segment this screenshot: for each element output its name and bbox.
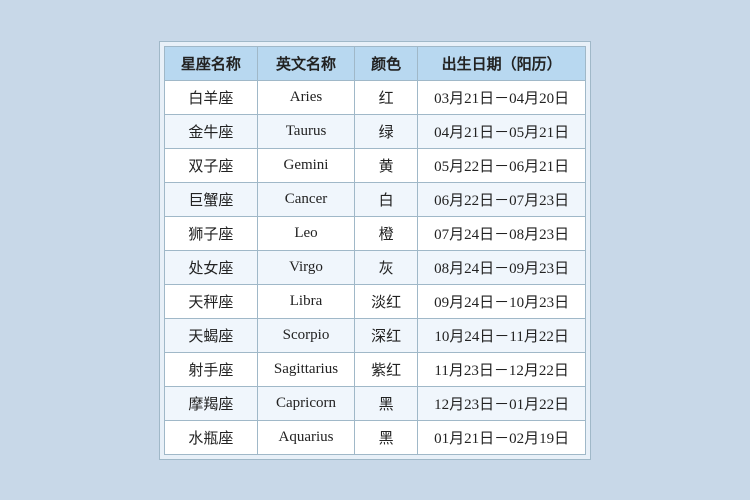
cell-chinese: 水瓶座 (164, 420, 257, 454)
cell-dates: 08月24日－09月23日 (418, 250, 586, 284)
cell-color: 橙 (355, 216, 418, 250)
cell-dates: 04月21日－05月21日 (418, 114, 586, 148)
cell-dates: 12月23日－01月22日 (418, 386, 586, 420)
zodiac-table-container: 星座名称 英文名称 颜色 出生日期（阳历） 白羊座Aries红03月21日－04… (159, 41, 591, 460)
cell-chinese: 天秤座 (164, 284, 257, 318)
cell-color: 黑 (355, 420, 418, 454)
table-row: 狮子座Leo橙07月24日－08月23日 (164, 216, 585, 250)
cell-english: Aries (257, 80, 354, 114)
cell-chinese: 金牛座 (164, 114, 257, 148)
cell-english: Libra (257, 284, 354, 318)
cell-dates: 10月24日－11月22日 (418, 318, 586, 352)
cell-chinese: 天蝎座 (164, 318, 257, 352)
col-header-color: 颜色 (355, 46, 418, 80)
col-header-dates: 出生日期（阳历） (418, 46, 586, 80)
col-header-chinese: 星座名称 (164, 46, 257, 80)
cell-color: 黄 (355, 148, 418, 182)
table-row: 双子座Gemini黄05月22日－06月21日 (164, 148, 585, 182)
cell-dates: 07月24日－08月23日 (418, 216, 586, 250)
cell-color: 黑 (355, 386, 418, 420)
table-row: 天秤座Libra淡红09月24日－10月23日 (164, 284, 585, 318)
table-row: 白羊座Aries红03月21日－04月20日 (164, 80, 585, 114)
cell-color: 绿 (355, 114, 418, 148)
cell-chinese: 巨蟹座 (164, 182, 257, 216)
cell-dates: 03月21日－04月20日 (418, 80, 586, 114)
table-row: 巨蟹座Cancer白06月22日－07月23日 (164, 182, 585, 216)
cell-english: Aquarius (257, 420, 354, 454)
cell-chinese: 双子座 (164, 148, 257, 182)
cell-english: Sagittarius (257, 352, 354, 386)
table-header-row: 星座名称 英文名称 颜色 出生日期（阳历） (164, 46, 585, 80)
table-row: 金牛座Taurus绿04月21日－05月21日 (164, 114, 585, 148)
cell-color: 红 (355, 80, 418, 114)
table-row: 射手座Sagittarius紫红11月23日－12月22日 (164, 352, 585, 386)
table-row: 水瓶座Aquarius黑01月21日－02月19日 (164, 420, 585, 454)
col-header-english: 英文名称 (257, 46, 354, 80)
cell-chinese: 白羊座 (164, 80, 257, 114)
table-row: 处女座Virgo灰08月24日－09月23日 (164, 250, 585, 284)
cell-color: 紫红 (355, 352, 418, 386)
cell-english: Cancer (257, 182, 354, 216)
cell-english: Gemini (257, 148, 354, 182)
cell-dates: 09月24日－10月23日 (418, 284, 586, 318)
cell-dates: 01月21日－02月19日 (418, 420, 586, 454)
cell-chinese: 狮子座 (164, 216, 257, 250)
table-row: 摩羯座Capricorn黑12月23日－01月22日 (164, 386, 585, 420)
cell-color: 灰 (355, 250, 418, 284)
cell-color: 白 (355, 182, 418, 216)
cell-english: Leo (257, 216, 354, 250)
cell-chinese: 摩羯座 (164, 386, 257, 420)
table-row: 天蝎座Scorpio深红10月24日－11月22日 (164, 318, 585, 352)
zodiac-table: 星座名称 英文名称 颜色 出生日期（阳历） 白羊座Aries红03月21日－04… (164, 46, 586, 455)
cell-english: Scorpio (257, 318, 354, 352)
cell-english: Virgo (257, 250, 354, 284)
cell-dates: 11月23日－12月22日 (418, 352, 586, 386)
cell-chinese: 射手座 (164, 352, 257, 386)
cell-chinese: 处女座 (164, 250, 257, 284)
cell-dates: 05月22日－06月21日 (418, 148, 586, 182)
cell-color: 深红 (355, 318, 418, 352)
cell-english: Taurus (257, 114, 354, 148)
cell-english: Capricorn (257, 386, 354, 420)
cell-color: 淡红 (355, 284, 418, 318)
cell-dates: 06月22日－07月23日 (418, 182, 586, 216)
